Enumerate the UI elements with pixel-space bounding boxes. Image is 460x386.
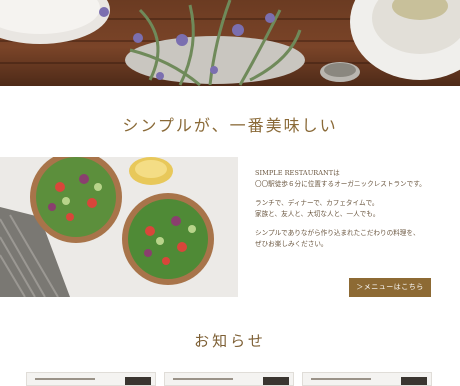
salad-illustration (0, 157, 214, 297)
news-card[interactable] (164, 372, 294, 386)
news-section-title: お知らせ (194, 332, 266, 350)
intro-line: 家族と、友人と、大切な人と、一人でも。 (255, 210, 380, 218)
news-card-thumbnail (401, 377, 427, 385)
intro-line: SIMPLE RESTAURANTは (255, 169, 340, 177)
news-card[interactable] (302, 372, 432, 386)
news-card[interactable] (26, 372, 156, 386)
news-card-thumbnail (263, 377, 289, 385)
news-card-thumbnail (125, 377, 151, 385)
page-headline: シンプルが、一番美味しい (122, 116, 338, 135)
hero-illustration (0, 0, 460, 86)
intro-text: SIMPLE RESTAURANTは 〇〇駅徒歩６分に位置するオーガニックレスト… (255, 168, 455, 250)
menu-button[interactable]: ＞メニューはこちら (349, 278, 431, 297)
intro-line: シンプルでありながら作り込まれたこだわりの料理を、 (255, 229, 420, 237)
salad-photo (0, 157, 238, 297)
hero-image (0, 0, 460, 86)
intro-line: ランチで、ディナーで、カフェタイムで。 (255, 199, 379, 207)
intro-line: ぜひお楽しみください。 (255, 240, 328, 248)
intro-line: 〇〇駅徒歩６分に位置するオーガニックレストランです。 (255, 180, 426, 188)
